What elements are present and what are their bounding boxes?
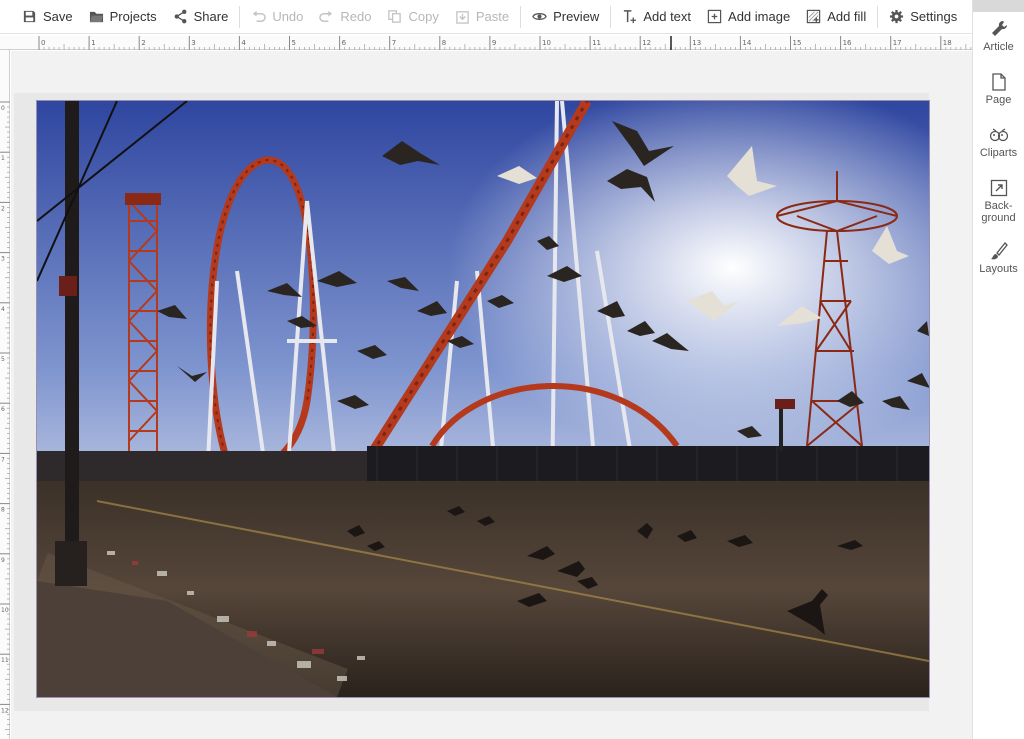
ruler-label: 8 (442, 39, 446, 47)
ruler-label: 3 (191, 39, 195, 47)
add-fill-icon (806, 9, 821, 24)
ruler-label: 4 (1, 306, 5, 313)
paste-button[interactable]: Paste (447, 0, 517, 34)
add-image-icon (707, 9, 722, 24)
share-icon (174, 9, 187, 24)
paste-label: Paste (475, 9, 510, 24)
sidebar-item-label: ground (981, 212, 1016, 224)
cliparts-icon (989, 128, 1008, 142)
ruler-label: 11 (1, 657, 9, 664)
ruler-label: 12 (1, 707, 9, 714)
right-sidebar: Article Page Cliparts Back- ground Layou… (972, 0, 1024, 739)
vertical-ruler-ticks: 0123456789101112 (0, 101, 10, 735)
floppy-disk-icon (23, 10, 36, 23)
ruler-label: 10 (542, 39, 551, 47)
save-label: Save (43, 9, 73, 24)
page-icon (991, 73, 1006, 91)
horizontal-ruler[interactable]: 0 1 2 3 4 5 6 7 8 9 10 11 12 13 14 15 16 17 18 (0, 36, 972, 50)
ruler-label: 12 (642, 39, 651, 47)
add-fill-button[interactable]: Add fill (798, 0, 874, 34)
folder-icon (89, 11, 103, 23)
add-text-label: Add text (643, 9, 692, 24)
projects-button[interactable]: Projects (81, 0, 165, 34)
ruler-label: 13 (692, 39, 701, 47)
photo-element[interactable] (36, 100, 930, 698)
toolbar: Save Projects Share Undo Redo Copy Paste… (0, 0, 972, 34)
settings-button[interactable]: Settings (881, 0, 965, 34)
undo-label: Undo (272, 9, 304, 24)
ruler-label: 2 (1, 205, 5, 212)
copy-button[interactable]: Copy (379, 0, 446, 34)
share-label: Share (193, 9, 229, 24)
ruler-label: 18 (943, 39, 952, 47)
redo-icon (319, 10, 333, 22)
ruler-label: 0 (1, 105, 5, 112)
sidebar-item-label: Article (983, 41, 1014, 53)
brush-icon (990, 242, 1008, 260)
toolbar-divider (877, 5, 879, 28)
sidebar-item-label: Back- (984, 200, 1013, 212)
add-text-icon (624, 10, 637, 24)
ruler-label: 10 (1, 607, 9, 614)
ruler-label: 5 (292, 39, 296, 47)
copy-label: Copy (408, 9, 439, 24)
sidebar-item-article[interactable]: Article (973, 12, 1024, 65)
add-fill-label: Add fill (827, 9, 867, 24)
share-button[interactable]: Share (165, 0, 237, 34)
ruler-label: 5 (1, 356, 5, 363)
sidebar-item-background[interactable]: Back- ground (973, 171, 1024, 234)
sidebar-item-layouts[interactable]: Layouts (973, 234, 1024, 287)
ruler-label: 11 (592, 39, 601, 47)
ruler-label: 9 (1, 557, 5, 564)
ruler-label: 15 (793, 39, 802, 47)
paste-icon (456, 11, 469, 24)
toolbar-divider (610, 5, 612, 28)
ruler-label: 4 (241, 39, 246, 47)
undo-button[interactable]: Undo (243, 0, 311, 34)
ruler-label: 6 (1, 406, 5, 413)
vertical-ruler[interactable]: 0 1 2 3 4 5 6 7 8 9 10 11 12 (0, 50, 10, 739)
sidebar-item-label: Layouts (979, 263, 1018, 275)
settings-label: Settings (910, 9, 958, 24)
coaster-photo-image (37, 101, 929, 697)
ruler-label: 0 (41, 39, 45, 47)
sidebar-header-strip (973, 0, 1024, 12)
sidebar-item-label: Cliparts (979, 147, 1018, 159)
ruler-label: 2 (141, 39, 145, 47)
toolbar-divider (520, 5, 522, 28)
sidebar-item-label: Page (985, 94, 1012, 106)
toolbar-divider (239, 5, 241, 28)
eye-icon (532, 13, 547, 20)
ruler-label: 9 (492, 39, 496, 47)
ruler-label: 7 (392, 39, 396, 47)
ruler-label: 1 (91, 39, 95, 47)
ruler-label: 8 (1, 507, 5, 514)
horizontal-ruler-ticks: 0 1 2 3 4 5 6 7 8 9 10 11 12 13 14 15 16 17 18 (38, 36, 972, 50)
redo-label: Redo (340, 9, 372, 24)
ruler-label: 3 (1, 256, 5, 263)
copy-icon (388, 10, 402, 23)
ruler-label: 17 (893, 39, 902, 47)
redo-button[interactable]: Redo (311, 0, 379, 34)
add-image-label: Add image (728, 9, 791, 24)
ruler-label: 7 (1, 456, 5, 463)
sidebar-item-cliparts[interactable]: Cliparts (973, 118, 1024, 171)
sidebar-item-page[interactable]: Page (973, 65, 1024, 118)
preview-button[interactable]: Preview (524, 0, 607, 34)
ruler-label: 6 (342, 39, 347, 47)
projects-label: Projects (109, 9, 157, 24)
add-image-button[interactable]: Add image (699, 0, 798, 34)
preview-label: Preview (553, 9, 600, 24)
add-text-button[interactable]: Add text (614, 0, 699, 34)
gear-icon (890, 9, 904, 24)
ruler-label: 16 (843, 39, 852, 47)
wrench-icon (991, 20, 1007, 36)
ruler-label: 1 (1, 155, 5, 162)
ruler-label: 14 (742, 39, 751, 47)
save-button[interactable]: Save (14, 0, 81, 34)
undo-icon (253, 10, 267, 22)
background-icon (990, 179, 1007, 197)
